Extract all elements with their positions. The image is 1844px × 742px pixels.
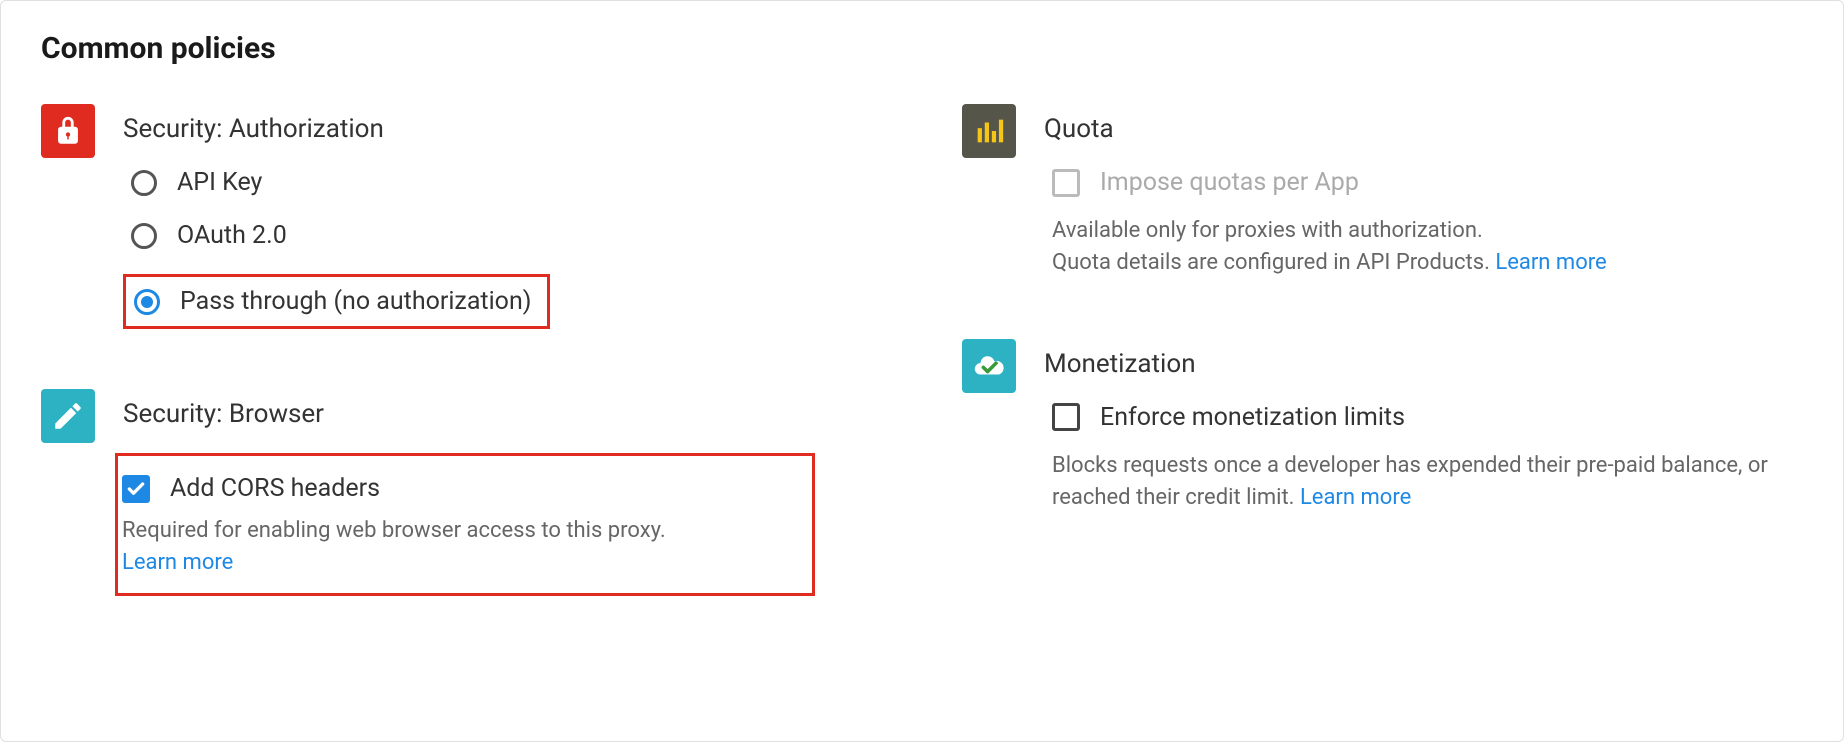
security-authorization-title: Security: Authorization [123,114,882,144]
quota-helper: Available only for proxies with authoriz… [1052,215,1803,279]
checkbox-icon [1052,169,1080,197]
common-policies-panel: Common policies Security: Authorization … [0,0,1844,742]
checkbox-icon [122,475,150,503]
quota-content: Quota Impose quotas per App Available on… [1044,104,1803,279]
right-column: Quota Impose quotas per App Available on… [962,104,1803,656]
pencil-icon [41,389,95,443]
checkbox-impose-quotas: Impose quotas per App [1052,168,1803,197]
radio-icon [131,223,157,249]
checkbox-label: Impose quotas per App [1100,168,1359,197]
security-authorization-content: Security: Authorization API Key OAuth 2.… [123,104,882,329]
radio-api-key[interactable]: API Key [131,168,882,197]
monetization-options: Enforce monetization limits Blocks reque… [1052,403,1803,514]
checkbox-enforce-monetization[interactable]: Enforce monetization limits [1052,403,1803,432]
left-column: Security: Authorization API Key OAuth 2.… [41,104,882,656]
monetization-title: Monetization [1044,349,1803,379]
helper-text: Required for enabling web browser access… [122,518,666,543]
radio-label: OAuth 2.0 [177,221,287,250]
learn-more-link[interactable]: Learn more [1495,250,1606,275]
pass-through-highlight: Pass through (no authorization) [123,274,882,329]
quota-block: Quota Impose quotas per App Available on… [962,104,1803,279]
checkbox-cors[interactable]: Add CORS headers [122,474,782,503]
quota-options: Impose quotas per App Available only for… [1052,168,1803,279]
authorization-options: API Key OAuth 2.0 Pass through (no autho… [131,168,882,329]
learn-more-link[interactable]: Learn more [1300,485,1411,510]
bar-chart-icon [962,104,1016,158]
checkbox-label: Enforce monetization limits [1100,403,1405,432]
policies-columns: Security: Authorization API Key OAuth 2.… [41,104,1803,656]
radio-oauth[interactable]: OAuth 2.0 [131,221,882,250]
checkbox-icon [1052,403,1080,431]
quota-title: Quota [1044,114,1803,144]
security-browser-block: Security: Browser Add CORS headers Requi… [41,389,882,596]
learn-more-link[interactable]: Learn more [122,550,233,575]
lock-icon [41,104,95,158]
cors-helper: Required for enabling web browser access… [122,515,782,579]
cloud-check-icon [962,339,1016,393]
monetization-block: Monetization Enforce monetization limits… [962,339,1803,514]
radio-label: API Key [177,168,262,197]
radio-pass-through[interactable]: Pass through (no authorization) [134,287,531,316]
security-browser-content: Security: Browser Add CORS headers Requi… [123,389,882,596]
helper-line1: Available only for proxies with authoriz… [1052,218,1483,243]
radio-label: Pass through (no authorization) [180,287,531,316]
monetization-helper: Blocks requests once a developer has exp… [1052,450,1803,514]
security-browser-title: Security: Browser [123,399,882,429]
highlight-box: Add CORS headers Required for enabling w… [115,453,815,596]
highlight-box: Pass through (no authorization) [123,274,550,329]
helper-line2: Quota details are configured in API Prod… [1052,250,1490,275]
monetization-content: Monetization Enforce monetization limits… [1044,339,1803,514]
security-authorization-block: Security: Authorization API Key OAuth 2.… [41,104,882,329]
radio-icon [131,170,157,196]
section-title: Common policies [41,31,1803,66]
cors-highlight: Add CORS headers Required for enabling w… [115,453,882,596]
radio-icon [134,289,160,315]
checkbox-label: Add CORS headers [170,474,380,503]
